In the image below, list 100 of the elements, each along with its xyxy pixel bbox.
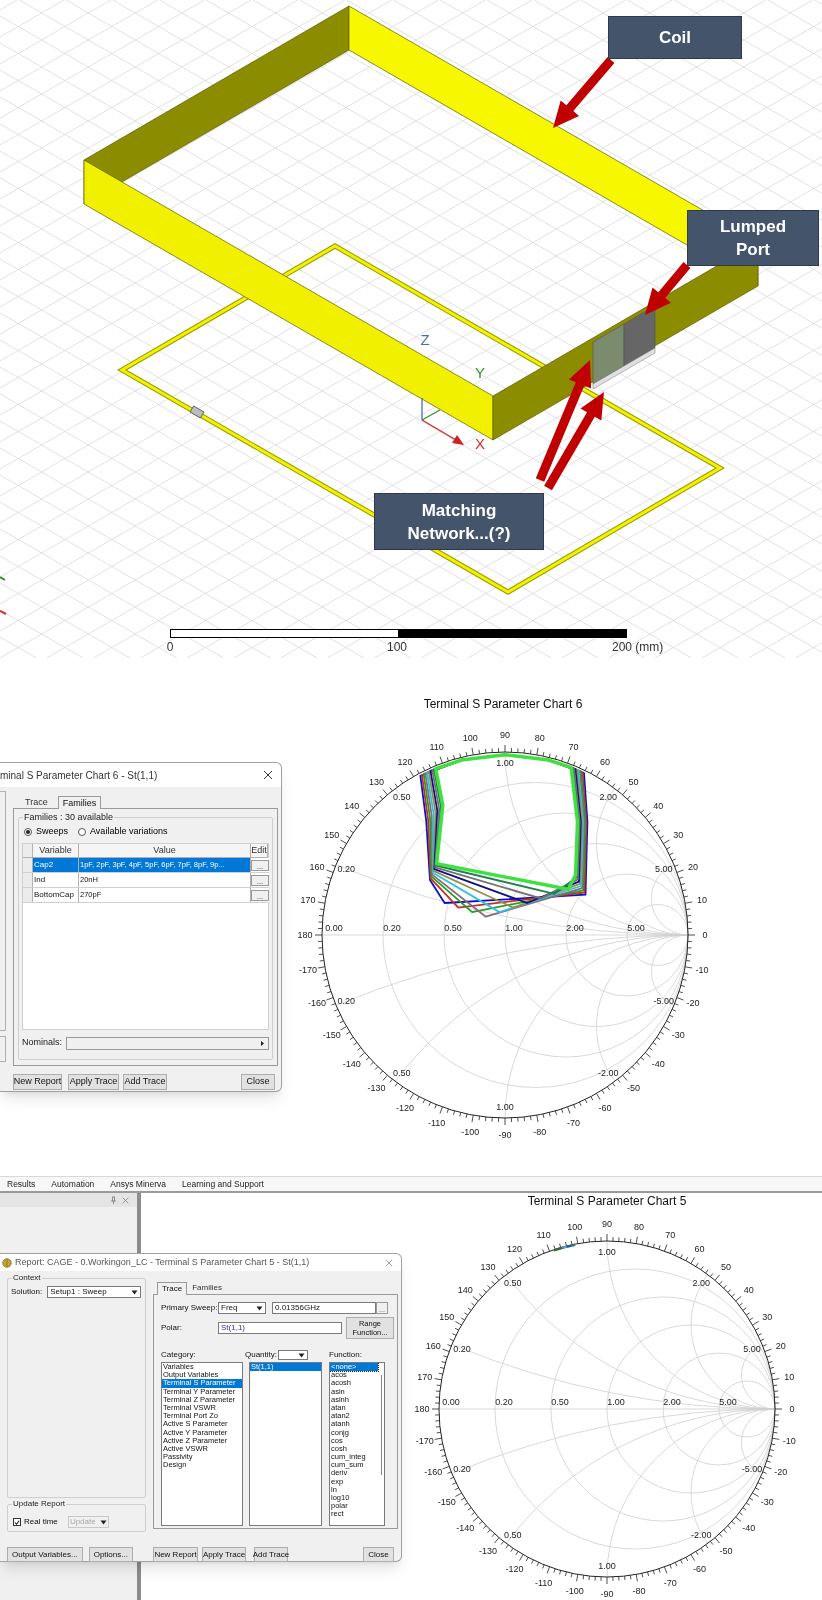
menu-item[interactable]: Results	[7, 1177, 36, 1191]
reactance-label: 5.00	[743, 1343, 761, 1354]
window-title: minal S Parameter Chart 6 - St(1,1)	[0, 768, 158, 783]
tab[interactable]: Trace	[21, 796, 52, 808]
angle-label: 120	[397, 756, 413, 767]
resistance-label: 1.00	[607, 1397, 625, 1407]
angle-label: -120	[505, 1564, 524, 1575]
tab[interactable]: Trace	[157, 1282, 188, 1295]
reactance-label: 0.20	[453, 1464, 471, 1475]
reactance-label: 0.20	[337, 863, 355, 874]
angle-label: -130	[479, 1545, 498, 1556]
check-icon	[14, 1518, 20, 1526]
range-field[interactable]: 0.01356GHz	[272, 1302, 376, 1314]
dialog-button[interactable]: Add Trace	[123, 1074, 167, 1090]
angle-label: 10	[784, 1371, 795, 1382]
angle-label: 60	[694, 1243, 705, 1254]
pin-icon[interactable]	[110, 1196, 117, 1204]
angle-label: 40	[743, 1285, 754, 1296]
sweep-dropdown[interactable]: Freq	[218, 1302, 266, 1314]
edit-button[interactable]: ...	[251, 889, 269, 901]
angle-label: 110	[429, 742, 444, 753]
component-drawing	[189, 405, 205, 419]
dialog-button[interactable]: Apply Trace	[68, 1074, 119, 1090]
axis-label: Y	[475, 364, 485, 381]
menu-item[interactable]: Automation	[51, 1177, 95, 1191]
dialog-button[interactable]: Output Variables...	[7, 1547, 83, 1562]
angle-label: 50	[628, 776, 639, 787]
quantity-dropdown[interactable]	[278, 1350, 308, 1360]
group-title: Context	[12, 1273, 42, 1283]
radio-option[interactable]: Available variations	[78, 825, 168, 839]
tab[interactable]: Families	[57, 796, 102, 809]
resistance-label: 1.00	[505, 923, 523, 933]
resistance-label: 0.00	[325, 923, 343, 933]
pointer-arrow	[645, 262, 691, 315]
field-label: Function:	[329, 1349, 362, 1361]
dialog-button[interactable]: Add Trace	[254, 1547, 288, 1562]
angle-label: -60	[693, 1564, 706, 1575]
checkbox[interactable]: Real time	[13, 1516, 58, 1528]
resistance-label: 2.00	[566, 923, 584, 933]
polar-field[interactable]: St(1,1)	[218, 1322, 342, 1334]
callout-label: Coil	[608, 16, 742, 59]
angle-label: 180	[414, 1404, 430, 1414]
reactance-label: -5.00	[653, 996, 675, 1007]
dialog-button[interactable]: Apply Trace	[202, 1547, 246, 1562]
caret-icon	[256, 1305, 263, 1311]
dialog-button[interactable]: Close	[241, 1074, 275, 1090]
angle-label: 30	[762, 1311, 773, 1322]
angle-label: -70	[566, 1117, 580, 1128]
angle-label: 160	[425, 1340, 441, 1351]
reactance-label: 0.50	[503, 1529, 522, 1540]
angle-label: -80	[632, 1586, 646, 1597]
angle-label: 120	[507, 1243, 522, 1254]
reactance-label: 5.00	[655, 863, 673, 874]
resistance-label: 0.20	[383, 923, 401, 933]
angle-label: 40	[653, 801, 664, 812]
caret-icon	[99, 1519, 107, 1525]
dialog-button[interactable]: Options...	[88, 1547, 133, 1562]
scale-label: 100	[387, 640, 407, 654]
reactance-label: -5.00	[741, 1464, 763, 1475]
table-cell: Cap2	[33, 858, 79, 872]
edit-button[interactable]: ...	[251, 874, 269, 886]
reactance-label: 0.20	[453, 1343, 471, 1354]
close-icon[interactable]	[263, 770, 273, 780]
angle-label: -100	[461, 1126, 480, 1137]
angle-label: 140	[457, 1285, 473, 1296]
row-header	[23, 888, 33, 902]
tab[interactable]: Families	[188, 1282, 226, 1294]
chart-title: Terminal S Parameter Chart 5	[527, 1194, 687, 1208]
edit-button[interactable]: ...	[251, 859, 269, 871]
axis-label: X	[475, 435, 485, 452]
angle-label: 130	[480, 1262, 496, 1273]
dialog-button[interactable]: Close	[363, 1547, 394, 1562]
trace-marks-drawing	[553, 1243, 576, 1252]
chart-title: Terminal S Parameter Chart 6	[423, 697, 583, 711]
angle-label: -140	[456, 1522, 475, 1533]
radio-option[interactable]: Sweeps	[24, 825, 69, 839]
caret-icon	[131, 1289, 139, 1295]
resistance-label: 0.50	[444, 923, 462, 933]
scrollbar-thumb[interactable]	[381, 1375, 382, 1475]
solution-dropdown[interactable]: Setup1 : Sweep	[47, 1286, 142, 1298]
angle-label: 160	[309, 861, 325, 872]
angle-label: -170	[299, 964, 318, 975]
menu-item[interactable]: Learning and Support	[182, 1177, 264, 1191]
callout-label: Matching Network...(?)	[374, 493, 544, 550]
dialog-button[interactable]: New Report	[13, 1074, 62, 1090]
angle-label: 30	[673, 830, 684, 840]
reactance-label: 1.00	[496, 758, 514, 768]
nominals-field[interactable]	[66, 1036, 269, 1050]
angle-label: -90	[498, 1130, 512, 1140]
angle-label: 170	[300, 895, 316, 906]
angle-label: 80	[634, 1221, 645, 1232]
reactance-label: 1.00	[598, 1561, 616, 1571]
dialog-button[interactable]: New Report	[153, 1547, 198, 1562]
angle-label: 0	[789, 1404, 795, 1414]
reactance-label: 0.50	[392, 792, 411, 803]
angle-label: 130	[368, 776, 384, 787]
reactance-label: 2.00	[599, 792, 618, 803]
resistance-label: 5.00	[719, 1397, 737, 1407]
menu-item[interactable]: Ansys Minerva	[110, 1177, 167, 1191]
reactance-label: 1.00	[496, 1102, 514, 1112]
